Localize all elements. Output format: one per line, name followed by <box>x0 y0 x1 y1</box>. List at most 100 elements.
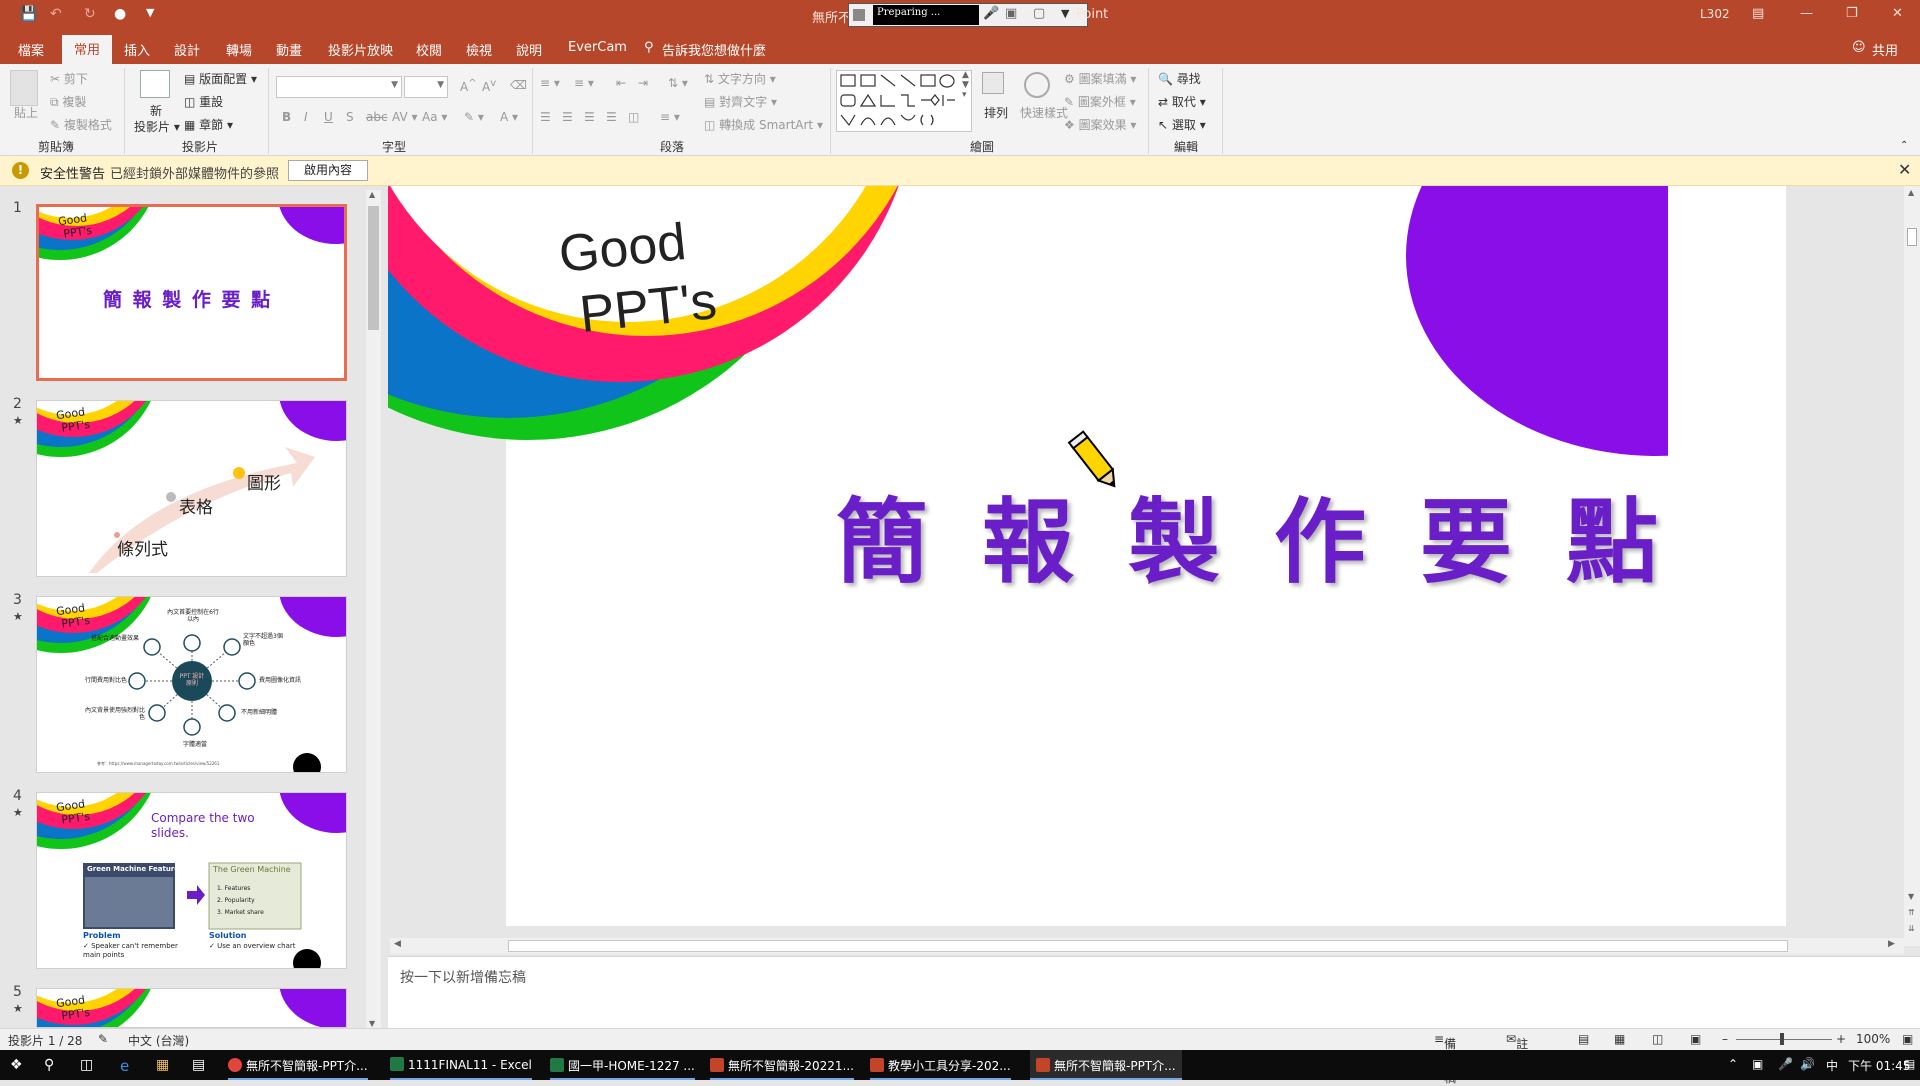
slide-logo-text[interactable]: Good PPT's <box>556 208 720 347</box>
reading-view-icon[interactable]: ◫ <box>1652 1032 1663 1046</box>
clock[interactable]: 下午 01:45 <box>1848 1050 1910 1080</box>
microphone-icon[interactable]: 🎤 <box>983 6 999 21</box>
find-button[interactable]: 🔍 尋找 <box>1158 70 1201 87</box>
notification-icon[interactable]: ▤ <box>1904 1050 1915 1080</box>
slide-sorter-icon[interactable]: ▦ <box>1614 1032 1625 1046</box>
microphone-icon[interactable]: 🎤 <box>1778 1050 1793 1080</box>
horizontal-scrollbar[interactable]: ◀ ▶ <box>390 938 1904 954</box>
align-right-icon[interactable]: ☰ <box>584 110 595 124</box>
task-view-icon[interactable]: ◫ <box>80 1050 93 1080</box>
section-button[interactable]: ▦ 章節 ▾ <box>184 116 233 133</box>
format-painter-button[interactable]: ✎ 複製格式 <box>50 116 112 133</box>
record-icon[interactable]: ● <box>114 6 126 26</box>
smartart-button[interactable]: ◫ 轉換成 SmartArt ▾ <box>704 116 823 133</box>
text-direction-button[interactable]: ⇅ 文字方向 ▾ <box>704 70 776 87</box>
tray-chevron-icon[interactable]: ⌃ <box>1728 1050 1738 1080</box>
paragraph-more-icon[interactable]: ≡ ▾ <box>660 110 680 124</box>
scrollbar-thumb[interactable] <box>508 940 1788 952</box>
thumbnail-scrollbar[interactable]: ▲ ▼ <box>366 190 381 1028</box>
taskbar-item[interactable]: 無所不智簡報-PPT介... <box>228 1050 368 1080</box>
volume-icon[interactable]: 🔊 <box>1800 1050 1815 1080</box>
underline-icon[interactable]: U <box>324 110 333 124</box>
zoom-level[interactable]: 100% <box>1856 1032 1890 1046</box>
select-button[interactable]: ↖ 選取 ▾ <box>1158 116 1206 133</box>
tab-review[interactable]: 校閱 <box>416 40 442 59</box>
new-slide-icon[interactable] <box>140 70 170 98</box>
paste-button[interactable]: 貼上 <box>14 104 38 121</box>
store-icon[interactable]: ▤ <box>192 1050 205 1080</box>
quick-styles-button[interactable]: 快速樣式 <box>1020 104 1068 121</box>
region-icon[interactable]: ▢ <box>1033 6 1045 21</box>
slide-scrollbar[interactable]: ▲ ▼ ⇈ ⇊ <box>1904 186 1920 946</box>
shrink-font-icon[interactable]: Av <box>482 78 496 94</box>
change-case-icon[interactable]: Aa ▾ <box>422 110 447 124</box>
minimize-icon[interactable]: — <box>1800 6 1813 21</box>
tab-animations[interactable]: 動畫 <box>276 40 302 59</box>
copy-button[interactable]: ⧉ 複製 <box>50 93 86 110</box>
slide-thumbnail-3[interactable]: Good PPT's PPT 設計原則 內文首要控制在6行以內 文字不超過3個顏… <box>36 596 347 773</box>
taskbar-item[interactable]: 國一甲-HOME-1227 ... <box>550 1050 695 1080</box>
previous-slide-icon[interactable]: ⇈ <box>1908 908 1915 917</box>
notes-toggle[interactable]: ≡ 備忘稿 <box>1434 1032 1456 1085</box>
slide-thumbnail-5[interactable]: Good PPT's <box>36 988 347 1028</box>
close-icon[interactable]: ✕ <box>1898 160 1911 179</box>
decrease-indent-icon[interactable]: ⇤ <box>616 76 626 90</box>
zoom-slider-thumb[interactable] <box>1780 1033 1784 1045</box>
scrollbar-thumb[interactable] <box>368 206 379 330</box>
file-explorer-icon[interactable]: ▦ <box>156 1050 169 1080</box>
columns-icon[interactable]: ◫ <box>628 110 639 124</box>
clear-format-icon[interactable]: ⌫ <box>510 78 527 92</box>
scroll-up-icon[interactable]: ▲ <box>1908 188 1914 197</box>
font-name-combo[interactable]: ▼ <box>276 76 402 98</box>
shape-outline-button[interactable]: ✎ 圖案外框 ▾ <box>1064 93 1136 110</box>
taskbar-item[interactable]: 無所不智簡報-PPT介... <box>1030 1050 1182 1080</box>
scroll-up-icon[interactable]: ▲ <box>369 190 375 199</box>
align-left-icon[interactable]: ☰ <box>540 110 551 124</box>
layout-button[interactable]: ▤ 版面配置 ▾ <box>184 70 257 87</box>
char-spacing-icon[interactable]: AV ▾ <box>392 110 418 124</box>
tell-me-search[interactable]: 告訴我您想做什麼 <box>662 40 766 59</box>
zoom-in-icon[interactable]: + <box>1836 1032 1846 1046</box>
chevron-down-icon[interactable]: ▼ <box>1061 7 1069 20</box>
scroll-right-icon[interactable]: ▶ <box>1888 939 1895 949</box>
tab-help[interactable]: 說明 <box>516 40 542 59</box>
replace-button[interactable]: ⇄ 取代 ▾ <box>1158 93 1206 110</box>
tab-home[interactable]: 常用 <box>62 35 113 64</box>
tab-evercam[interactable]: EverCam <box>568 40 627 55</box>
share-button[interactable]: 共用 <box>1872 40 1898 59</box>
fit-slide-icon[interactable]: ▣ <box>1902 1032 1913 1046</box>
zoom-out-icon[interactable]: – <box>1722 1032 1728 1046</box>
enable-content-button[interactable]: 啟用內容 <box>288 160 368 181</box>
language-indicator[interactable]: 中文 (台灣) <box>128 1032 189 1049</box>
edge-icon[interactable]: e <box>120 1050 129 1080</box>
shapes-gallery[interactable] <box>836 70 972 132</box>
restore-icon[interactable]: ❐ <box>1846 6 1858 21</box>
strikethrough-icon[interactable]: abc <box>366 110 388 124</box>
italic-icon[interactable]: I <box>304 110 308 124</box>
increase-indent-icon[interactable]: ⇥ <box>638 76 648 90</box>
taskbar-item[interactable]: 教學小工具分享-202... <box>870 1050 1011 1080</box>
scrollbar-thumb[interactable] <box>1907 228 1917 246</box>
paste-icon[interactable] <box>10 70 38 106</box>
current-slide[interactable]: Good PPT's 簡 報 製 作 要 點 <box>388 186 1786 926</box>
camera-icon[interactable]: ▣ <box>1005 6 1017 21</box>
windows-start-icon[interactable]: ❖ <box>10 1050 23 1080</box>
slideshow-view-icon[interactable]: ▣ <box>1690 1032 1701 1046</box>
shape-effects-button[interactable]: ❖ 圖案效果 ▾ <box>1064 116 1136 133</box>
reset-button[interactable]: ◫ 重設 <box>184 93 223 110</box>
line-spacing-icon[interactable]: ⇅ ▾ <box>668 76 688 90</box>
bold-icon[interactable]: B <box>282 110 291 124</box>
slide-thumbnail-2[interactable]: Good PPT's 表格 圖形 條列式 <box>36 400 347 577</box>
font-color-icon[interactable]: A ▾ <box>500 110 518 124</box>
slide-thumbnail-1[interactable]: Good PPT's 簡 報 製 作 要 點 <box>36 204 347 381</box>
bullets-icon[interactable]: ≡ ▾ <box>540 76 560 90</box>
grow-font-icon[interactable]: A^ <box>460 78 477 94</box>
undo-icon[interactable]: ↶ <box>50 6 62 26</box>
normal-view-icon[interactable]: ▤ <box>1578 1032 1589 1046</box>
shape-fill-button[interactable]: ⚙ 圖案填滿 ▾ <box>1064 70 1136 87</box>
numbering-icon[interactable]: ≡ ▾ <box>574 76 594 90</box>
shadow-icon[interactable]: S <box>346 110 354 124</box>
align-text-button[interactable]: ▤ 對齊文字 ▾ <box>704 93 777 110</box>
tab-transitions[interactable]: 轉場 <box>226 40 252 59</box>
tab-insert[interactable]: 插入 <box>124 40 150 59</box>
